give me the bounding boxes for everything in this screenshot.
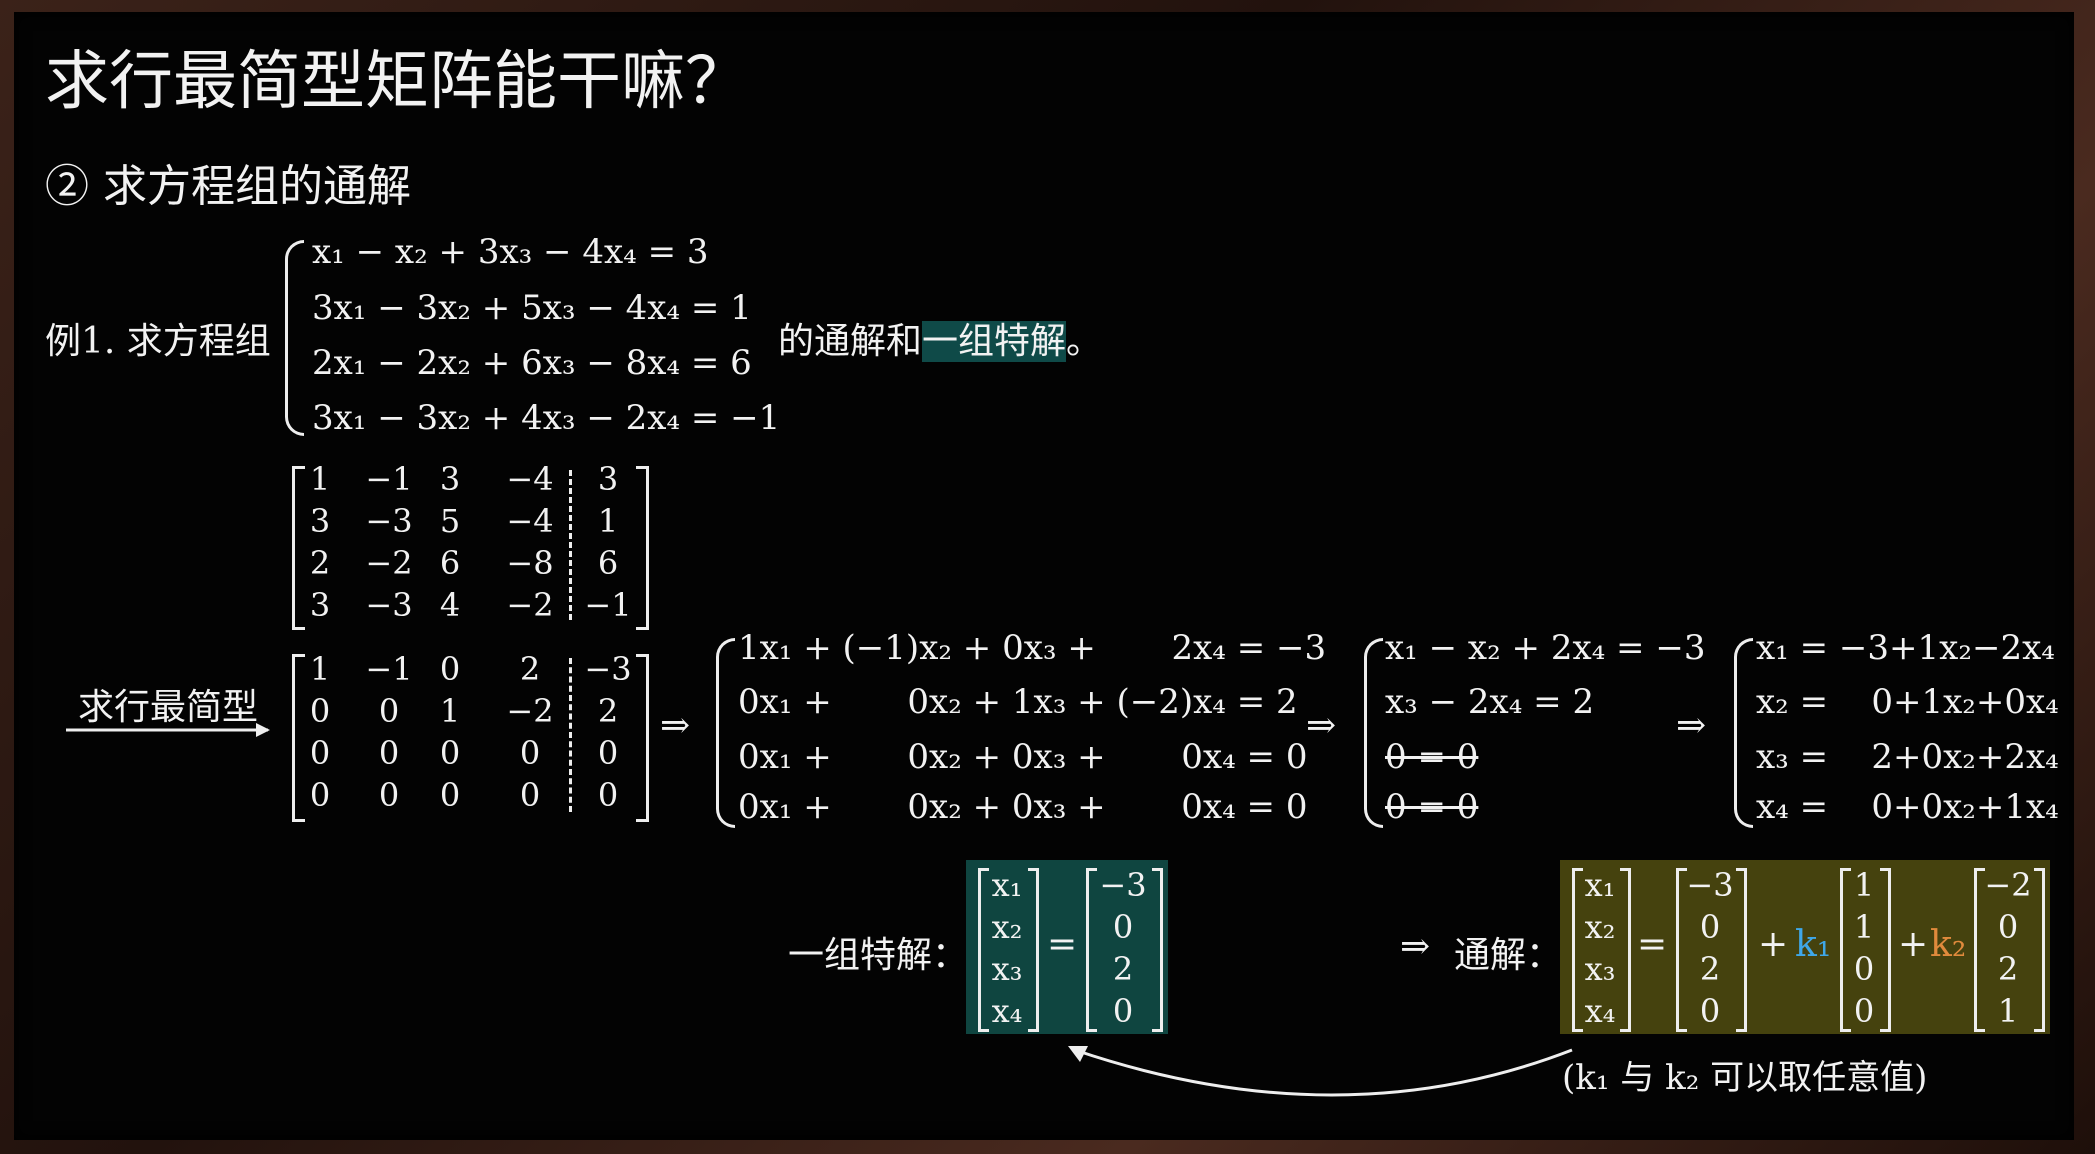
curved-arrow-icon [1068, 1046, 1573, 1097]
